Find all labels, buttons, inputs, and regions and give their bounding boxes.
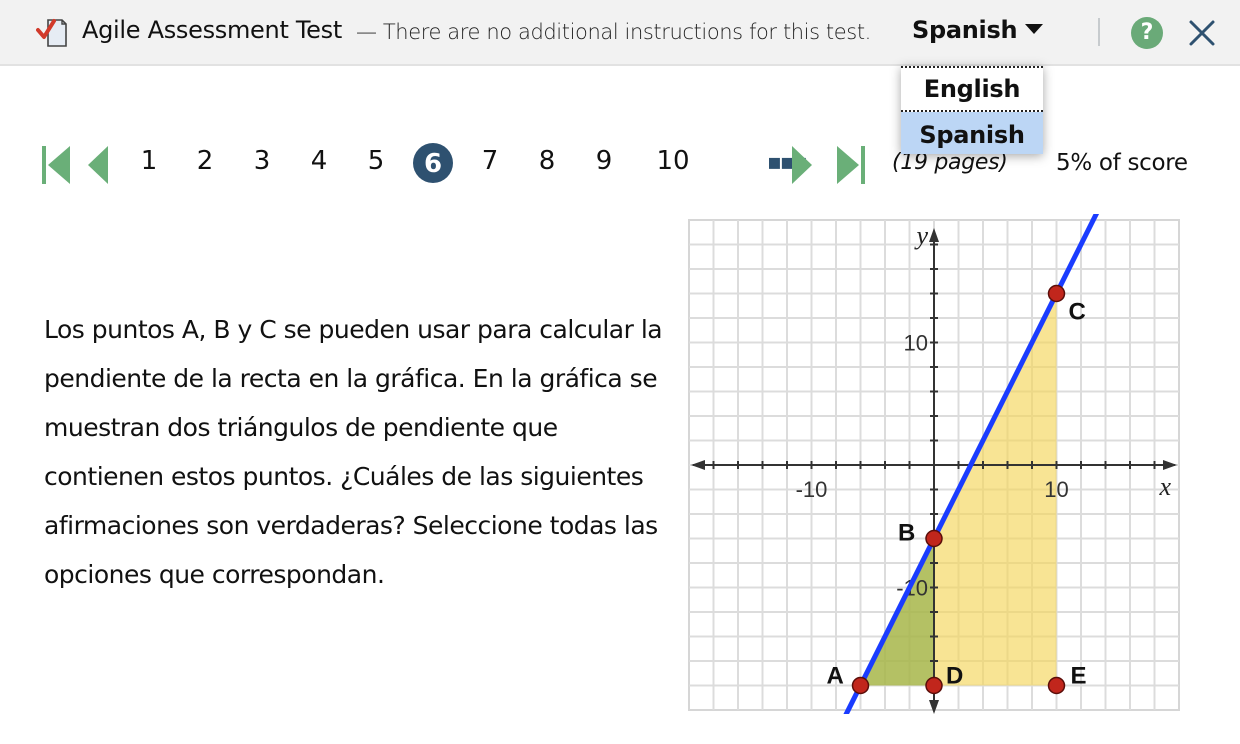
x-axis-label: x <box>1158 472 1171 501</box>
page-9[interactable]: 9 <box>584 140 624 180</box>
close-button[interactable] <box>1186 17 1218 49</box>
help-button[interactable]: ? <box>1131 17 1163 49</box>
language-option-english[interactable]: English <box>901 66 1043 112</box>
test-instructions: — There are no additional instructions f… <box>356 20 871 44</box>
page-5[interactable]: 5 <box>356 140 396 180</box>
x-tick-label: 10 <box>1044 477 1068 502</box>
language-option-spanish[interactable]: Spanish <box>901 112 1043 154</box>
next-page-icon <box>792 146 812 184</box>
point-E <box>1047 676 1066 695</box>
language-select-value: Spanish <box>912 16 1018 44</box>
caret-down-icon <box>1025 24 1044 34</box>
page-4[interactable]: 4 <box>299 140 339 180</box>
page-1[interactable]: 1 <box>129 140 169 180</box>
point-A <box>851 676 870 695</box>
score-weight: 5% of score <box>1056 150 1188 176</box>
x-tick-label: -10 <box>796 477 828 502</box>
point-label-E: E <box>1071 663 1087 690</box>
language-menu: English Spanish <box>901 66 1043 154</box>
page-10[interactable]: 10 <box>651 140 695 180</box>
last-page-icon <box>837 146 859 184</box>
next-page-button[interactable] <box>790 144 814 184</box>
first-page-icon <box>42 146 46 184</box>
checked-document-icon <box>36 19 67 47</box>
y-tick-label: 10 <box>904 331 928 356</box>
point-label-B: B <box>898 520 915 547</box>
point-label-D: D <box>946 663 963 690</box>
coordinate-graph: -10 1010-10xyABCD E <box>688 214 1180 714</box>
y-axis-label: y <box>913 221 928 250</box>
language-select[interactable]: Spanish <box>912 16 1044 44</box>
page-2[interactable]: 2 <box>185 140 225 180</box>
top-bar: Agile Assessment Test — There are no add… <box>0 0 1240 66</box>
test-title: Agile Assessment Test <box>82 16 342 44</box>
page-7[interactable]: 7 <box>470 140 510 180</box>
point-label-A: A <box>827 663 844 690</box>
close-x-icon <box>1189 20 1215 46</box>
first-page-button[interactable] <box>40 144 72 184</box>
page-6-current[interactable]: 6 <box>413 143 453 183</box>
previous-page-button[interactable] <box>86 144 110 184</box>
last-page-button[interactable] <box>835 144 867 184</box>
point-C <box>1047 284 1066 303</box>
point-B <box>925 529 943 548</box>
point-label-C: C <box>1069 299 1086 326</box>
page-8[interactable]: 8 <box>527 140 567 180</box>
point-D <box>925 676 943 695</box>
question-text: Los puntos A, B y C se pueden usar para … <box>44 315 663 589</box>
page-3[interactable]: 3 <box>242 140 282 180</box>
question-circle-icon: ? <box>1140 20 1154 45</box>
toolbar-divider <box>1098 18 1100 46</box>
previous-page-icon <box>88 146 108 184</box>
